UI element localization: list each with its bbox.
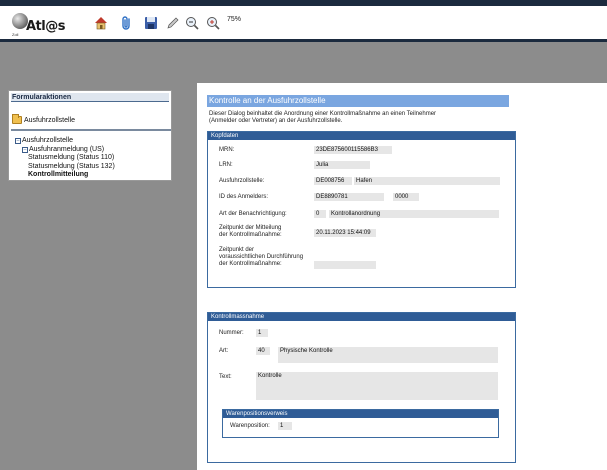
lrn-label: LRN: <box>219 162 233 168</box>
tree-item-kontrollmitteilung[interactable]: Kontrollmitteilung <box>15 171 115 180</box>
benachrichtigung-label: Art der Benachrichtigung: <box>219 211 287 217</box>
tree-item-label: Kontrollmitteilung <box>28 171 89 178</box>
art-code-field[interactable]: 40 <box>256 347 270 355</box>
zollstelle-code-field[interactable]: DE008756 <box>314 177 352 185</box>
zollstelle-name-field[interactable]: Hafen <box>354 177 500 185</box>
form-content: Kontrolle an der Ausfuhrzollstelle Diese… <box>197 83 607 470</box>
page-title: Kontrolle an der Ausfuhrzollstelle <box>207 95 509 107</box>
section-header: Kontrollmassnahme <box>208 313 515 321</box>
warenposition-field[interactable]: 1 <box>278 422 292 430</box>
tree-item-label: Ausfuhranmeldung (US) <box>29 145 105 153</box>
zeit-durchfuehrung-label-2: voraussichtlichen Durchführung <box>219 254 304 260</box>
panel-divider <box>11 129 171 131</box>
zoom-level: 75% <box>227 16 242 23</box>
navigation-tree: – Ausfuhrzollstelle – Ausfuhranmeldung (… <box>15 137 115 180</box>
zeit-durchfuehrung-label-1: Zeitpunkt der <box>219 247 255 253</box>
nummer-field[interactable]: 1 <box>256 329 268 337</box>
art-text-field[interactable]: Physische Kontrolle <box>278 347 498 363</box>
text-label: Text: <box>219 374 232 380</box>
edit-icon[interactable] <box>165 15 181 31</box>
collapse-icon[interactable]: – <box>22 146 28 153</box>
folder-label: Ausfuhrzollstelle <box>24 116 75 124</box>
atlas-logo: Atl@s Zoll <box>10 11 72 39</box>
intro-text: Dieser Dialog beinhaltet die Anordnung e… <box>209 111 437 124</box>
tree-item-label: Statusmeldung (Status 110) <box>28 154 115 161</box>
kopfdaten-section: Kopfdaten MRN: 23DE875600115586B3 LRN: J… <box>207 131 516 288</box>
nummer-label: Nummer: <box>219 330 244 336</box>
tree-item-ausfuhranmeldung[interactable]: – Ausfuhranmeldung (US) <box>15 146 115 155</box>
art-label: Art: <box>219 348 229 354</box>
lrn-field[interactable]: Julia <box>314 161 370 169</box>
warenposition-section: Warenpositionsverweis Warenposition: 1 <box>222 409 499 438</box>
zeit-mitteilung-label-1: Zeitpunkt der Mitteilung <box>219 225 282 231</box>
folder-link[interactable]: Ausfuhrzollstelle <box>12 114 75 125</box>
tree-item-status-110[interactable]: Statusmeldung (Status 110) <box>15 154 115 163</box>
folder-icon <box>12 114 22 124</box>
tree-item-label: Ausfuhrzollstelle <box>22 137 73 144</box>
mrn-field[interactable]: 23DE875600115586B3 <box>314 146 392 154</box>
attachment-icon[interactable] <box>119 15 135 31</box>
zeit-durchfuehrung-field[interactable] <box>314 261 376 269</box>
zeit-durchfuehrung-label-3: der Kontrollmaßnahme: <box>219 261 282 267</box>
collapse-icon[interactable]: – <box>15 138 21 145</box>
toolbar: Atl@s Zoll 75% <box>0 6 607 42</box>
tree-item-status-132[interactable]: Statusmeldung (Status 132) <box>15 163 115 172</box>
logo-text: Atl@s <box>26 19 65 34</box>
zollstelle-label: Ausfuhrzollstelle: <box>219 178 265 184</box>
anmelder-label: ID des Anmelders: <box>219 194 269 200</box>
anmelder-nr-field[interactable]: 0000 <box>393 193 419 201</box>
home-icon[interactable] <box>93 15 109 31</box>
benachrichtigung-text-field[interactable]: Kontrollanordnung <box>329 210 499 218</box>
tree-item-label: Statusmeldung (Status 132) <box>28 162 115 170</box>
section-header: Kopfdaten <box>208 132 515 140</box>
tree-item-ausfuhrzollstelle[interactable]: – Ausfuhrzollstelle <box>15 137 115 146</box>
logo-small-text: Zoll <box>12 32 19 37</box>
zeit-mitteilung-field[interactable]: 20.11.2023 15:44:09 <box>314 229 376 237</box>
save-icon[interactable] <box>143 15 159 31</box>
benachrichtigung-code-field[interactable]: 0 <box>314 210 326 218</box>
warenposition-label: Warenposition: <box>230 423 270 429</box>
panel-title: Formularaktionen <box>11 93 169 102</box>
zeit-mitteilung-label-2: der Kontrollmaßnahme: <box>219 232 282 238</box>
mrn-label: MRN: <box>219 147 235 153</box>
text-field[interactable]: Kontrolle <box>256 372 498 400</box>
form-actions-panel: Formularaktionen Ausfuhrzollstelle – Aus… <box>8 90 172 181</box>
zoom-out-icon[interactable] <box>184 15 200 31</box>
kontrollmassnahme-section: Kontrollmassnahme Nummer: 1 Art: 40 Phys… <box>207 312 516 463</box>
section-header: Warenpositionsverweis <box>223 410 498 418</box>
anmelder-id-field[interactable]: DE8890781 <box>314 193 384 201</box>
zoom-in-icon[interactable] <box>205 15 221 31</box>
